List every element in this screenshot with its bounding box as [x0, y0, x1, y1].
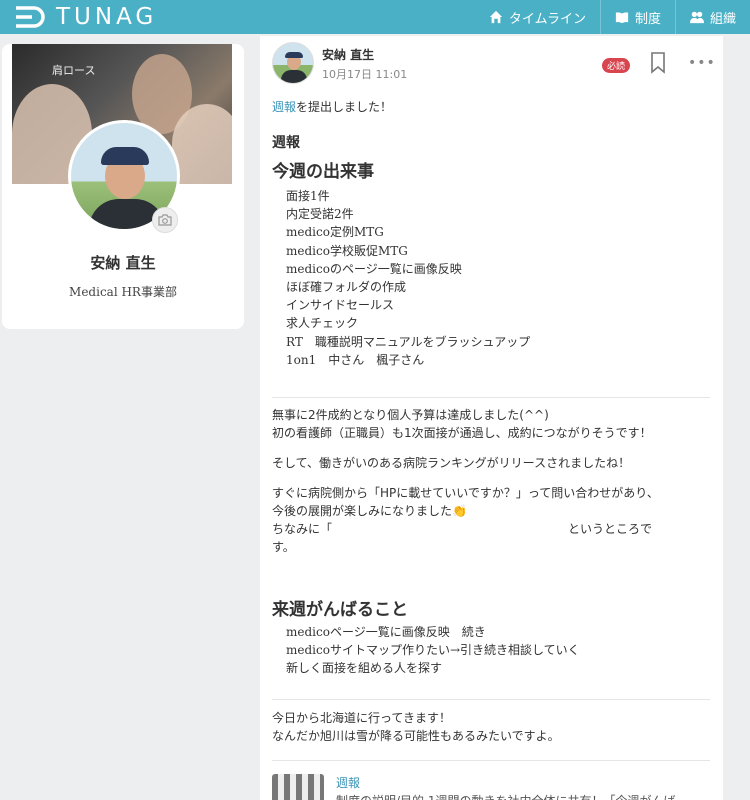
nav-organization[interactable]: 組織 [674, 0, 750, 34]
redacted-text [332, 520, 569, 538]
home-icon [489, 10, 502, 24]
next-week-list: medicoページ一覧に画像反映 続き medicoサイトマップ作りたい→引き続… [286, 623, 580, 678]
list-item: 内定受諾2件 [286, 207, 354, 222]
post-timestamp: 10月17日 11:01 [322, 68, 408, 81]
list-item: medico学校販促MTG [286, 243, 408, 258]
list-item: medicoページ一覧に画像反映 続き [286, 625, 486, 639]
paragraph-hokkaido: 今日から北海道に行ってきます！ なんだか旭川は雪が降る可能性もあるみたいですよ。 [272, 709, 560, 745]
post-author-name[interactable]: 安納 直生 [322, 46, 374, 63]
post-heading: 週報 [272, 135, 300, 151]
post-intro: 週報を提出しました！ [272, 98, 392, 116]
this-week-list: 面接1件 内定受諾2件 medico定例MTG medico学校販促MTG me… [286, 187, 530, 369]
list-item: 面接1件 [286, 189, 330, 203]
list-item: 新しく面接を組める人を探す [286, 661, 443, 676]
list-item: medicoのページ一覧に画像反映 [286, 261, 462, 276]
related-post-title[interactable]: 週報 [336, 774, 360, 791]
profile-name: 安納 直生 [90, 254, 156, 272]
divider [272, 760, 710, 761]
section-this-week-title: 今週の出来事 [272, 162, 374, 182]
paragraph-text: ちなみに「 [272, 522, 333, 536]
nav-organization-label: 組織 [709, 11, 736, 27]
nav-system-label: 制度 [634, 11, 661, 27]
nav-system[interactable]: 制度 [599, 0, 675, 34]
logo[interactable]: TUNAG [14, 4, 157, 30]
logo-text: TUNAG [56, 4, 158, 30]
avatar-shirt [281, 70, 307, 83]
list-item: インサイドセールス [286, 298, 395, 313]
bookmark-icon[interactable] [650, 52, 666, 74]
post-author-avatar[interactable] [272, 42, 314, 84]
paragraph-line: 無事に2件成約となり個人予算は達成しました(^^) [272, 408, 549, 422]
paragraph-text: 今後の展開が楽しみになりました [272, 504, 453, 518]
paragraph-text: というところで [568, 522, 653, 536]
book-icon [615, 12, 629, 24]
top-bar: TUNAG タイムライン 制度 組織 [0, 0, 750, 34]
people-icon [689, 11, 704, 24]
post-card: 安納 直生 10月17日 11:01 必読 ••• 週報を提出しました！ 週報 … [260, 36, 723, 800]
divider [272, 397, 710, 398]
paragraph-line: なんだか旭川は雪が降る可能性もあるみたいですよ。 [272, 729, 560, 743]
paragraph-line: 今後の展開が楽しみになりました👏 [272, 502, 659, 520]
more-options-icon[interactable]: ••• [688, 56, 716, 70]
related-post-thumbnail[interactable] [272, 774, 324, 800]
avatar-cap [285, 52, 303, 58]
cover-sign-text: 肩ロース [52, 64, 96, 77]
paragraph-results: 無事に2件成約となり個人予算は達成しました(^^) 初の看護師（正職員）も1次面… [272, 406, 652, 442]
cover-person-3 [172, 104, 232, 184]
main-nav: タイムライン 制度 組織 [475, 0, 750, 34]
list-item: medicoサイトマップ作りたい→引き続き相談していく [286, 643, 580, 658]
profile-department: Medical HR事業部 [69, 285, 177, 299]
intro-text: を提出しました！ [296, 100, 393, 114]
tunag-logo-icon [16, 6, 45, 28]
required-badge: 必読 [602, 58, 631, 73]
paragraph-line: 今日から北海道に行ってきます！ [272, 711, 452, 725]
paragraph-line: ちなみに「 というところで [272, 520, 659, 538]
profile-card: 肩ロース 安納 直生 Medical HR事業部 [2, 44, 244, 329]
list-item: 1on1 中さん 楓子さん [286, 352, 425, 367]
paragraph-ranking: そして、働きがいのある病院ランキングがリリースされましたね！ [272, 456, 631, 470]
divider [272, 699, 710, 700]
paragraph-line: す。 [272, 540, 295, 554]
list-item: ほぼ確フォルダの作成 [286, 280, 407, 295]
list-item: medico定例MTG [286, 225, 384, 240]
nav-timeline-label: タイムライン [508, 11, 586, 27]
camera-icon [158, 214, 172, 226]
related-post-excerpt: 制度の説明/目的 1週間の動きを社内全体に共有！「今週がんば [336, 792, 710, 800]
nav-timeline[interactable]: タイムライン [475, 0, 600, 34]
section-next-week-title: 来週がんばること [272, 600, 408, 620]
avatar-cap [101, 147, 149, 165]
change-photo-button[interactable] [152, 207, 178, 233]
paragraph-inquiry: すぐに病院側から「HPに載せていいですか？」って問い合わせがあり、 今後の展開が… [272, 484, 659, 556]
paragraph-line: 初の看護師（正職員）も1次面接が通過し、成約につながりそうです！ [272, 426, 652, 440]
list-item: RT 職種説明マニュアルをブラッシュアップ [286, 334, 531, 349]
list-item: 求人チェック [286, 316, 359, 331]
clap-icon: 👏 [452, 504, 467, 518]
intro-link[interactable]: 週報 [272, 100, 296, 114]
paragraph-line: すぐに病院側から「HPに載せていいですか？」って問い合わせがあり、 [272, 486, 659, 500]
